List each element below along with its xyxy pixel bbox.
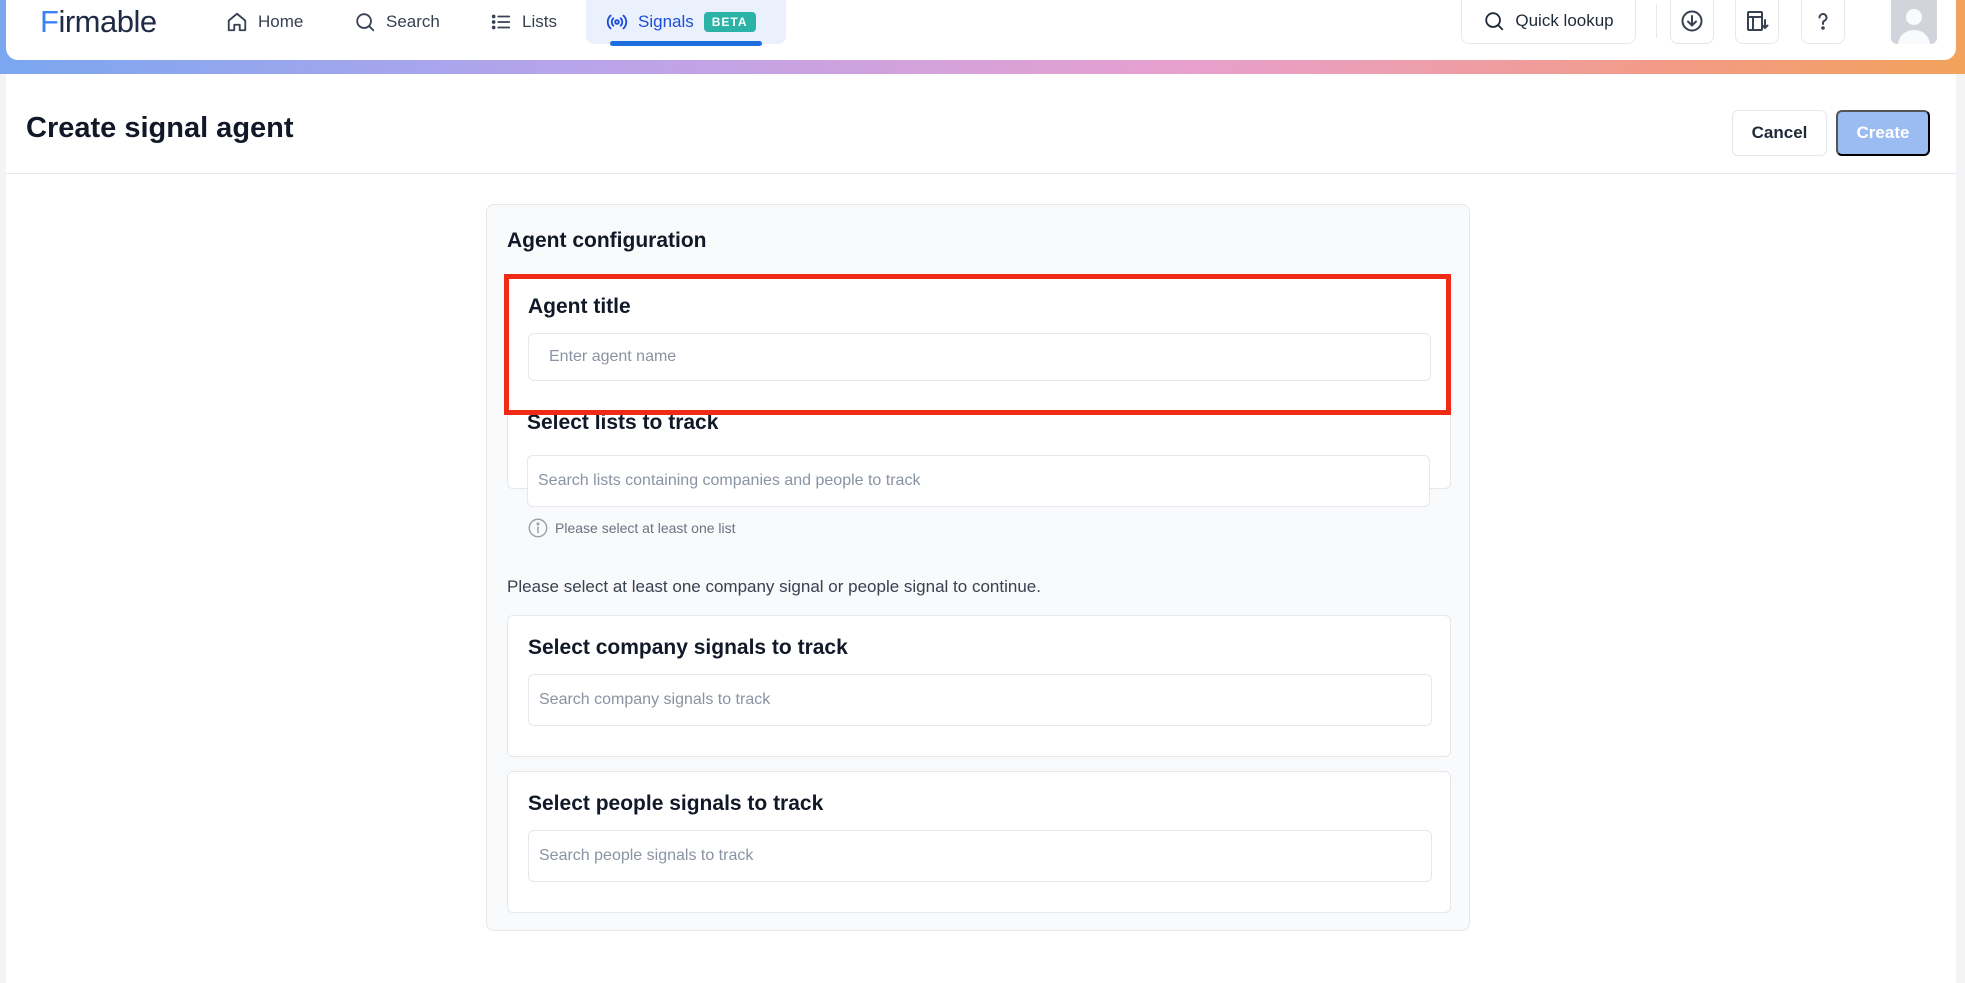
- agent-configuration-card: Agent configuration Agent title Select l…: [486, 204, 1470, 931]
- company-signals-section: Select company signals to track: [507, 615, 1451, 757]
- active-tab-indicator: [610, 41, 762, 46]
- quick-lookup-button[interactable]: Quick lookup: [1461, 0, 1636, 44]
- beta-badge: BETA: [703, 12, 756, 32]
- nav-search-label: Search: [386, 12, 440, 31]
- agent-title-section: Agent title: [507, 275, 1451, 415]
- table-export-icon: [1747, 11, 1769, 31]
- company-signals-search-input[interactable]: [528, 674, 1432, 726]
- nav-signals-label: Signals: [638, 12, 694, 31]
- top-gradient-bar: Firmable Home Search Lists Signals BETA …: [0, 0, 1965, 74]
- nav-lists-label: Lists: [522, 12, 557, 31]
- signal-icon: [606, 14, 628, 30]
- lists-hint: Please select at least one list: [527, 517, 736, 539]
- nav-divider: [1656, 4, 1657, 38]
- page-content: Create signal agent Cancel Create Agent …: [6, 74, 1956, 983]
- avatar[interactable]: [1891, 0, 1937, 44]
- search-icon: [1485, 12, 1504, 31]
- company-signals-label: Select company signals to track: [528, 636, 848, 659]
- top-navigation: Firmable Home Search Lists Signals BETA …: [6, 0, 1956, 60]
- agent-title-label: Agent title: [528, 295, 631, 318]
- download-button[interactable]: [1670, 0, 1714, 44]
- signals-helper-text: Please select at least one company signa…: [507, 577, 1041, 596]
- lists-search-input[interactable]: [527, 455, 1430, 507]
- create-button[interactable]: Create: [1836, 110, 1930, 156]
- page-header: Create signal agent Cancel Create: [6, 74, 1956, 174]
- quick-lookup-label: Quick lookup: [1515, 11, 1614, 30]
- nav-home-label: Home: [258, 12, 304, 31]
- cancel-button[interactable]: Cancel: [1732, 110, 1827, 156]
- nav-lists[interactable]: Lists: [490, 0, 557, 44]
- table-export-button[interactable]: [1735, 0, 1779, 44]
- help-button[interactable]: [1801, 0, 1845, 44]
- home-icon: [227, 12, 247, 32]
- people-signals-search-input[interactable]: [528, 830, 1432, 882]
- nav-signals[interactable]: Signals BETA: [586, 0, 786, 46]
- user-avatar-icon: [1898, 9, 1930, 44]
- people-signals-label: Select people signals to track: [528, 792, 824, 815]
- page-title: Create signal agent: [26, 112, 294, 144]
- list-icon: [491, 14, 511, 30]
- lists-label: Select lists to track: [527, 411, 719, 434]
- people-signals-section: Select people signals to track: [507, 771, 1451, 913]
- search-icon: [356, 13, 375, 32]
- help-icon: [1818, 13, 1828, 30]
- configuration-title: Agent configuration: [507, 229, 707, 252]
- nav-search[interactable]: Search: [354, 0, 440, 44]
- agent-title-input[interactable]: [528, 333, 1431, 381]
- lists-hint-text: Please select at least one list: [555, 520, 736, 536]
- download-icon: [1681, 10, 1703, 32]
- nav-home[interactable]: Home: [226, 0, 303, 44]
- firmable-logo[interactable]: Firmable: [40, 4, 157, 40]
- info-icon: [528, 518, 548, 538]
